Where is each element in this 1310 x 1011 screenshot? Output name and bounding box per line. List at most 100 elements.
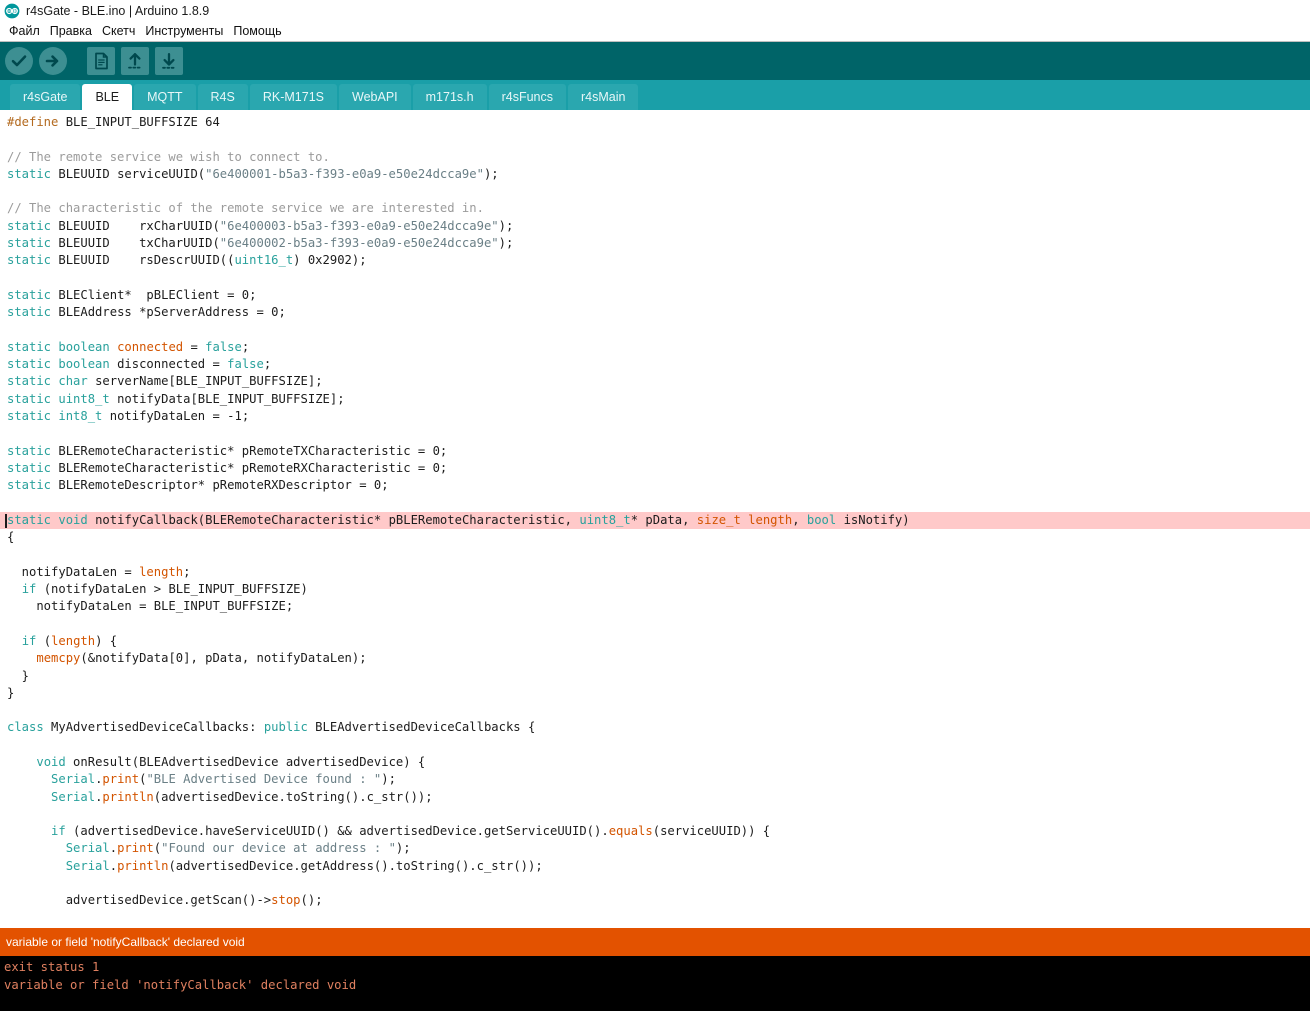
code-token: onResult(BLEAdvertisedDevice advertisedD… xyxy=(66,755,426,769)
code-token: static xyxy=(7,357,51,371)
tab-r4sgate[interactable]: r4sGate xyxy=(10,84,80,110)
code-line: static BLEAddress *pServerAddress = 0; xyxy=(7,304,1310,321)
code-token: advertisedDevice.getScan()-> xyxy=(7,893,271,907)
code-token: (advertisedDevice.getAddress().toString(… xyxy=(168,859,542,873)
arrow-down-icon xyxy=(156,48,182,74)
code-token xyxy=(7,772,51,786)
code-token: println xyxy=(102,790,153,804)
save-button[interactable] xyxy=(155,47,183,75)
code-token: BLEUUID txCharUUID( xyxy=(51,236,220,250)
code-token: (&notifyData[0], pData, notifyDataLen); xyxy=(80,651,366,665)
menu-item-sketch[interactable]: Скетч xyxy=(97,22,140,41)
code-token: false xyxy=(205,340,242,354)
arrow-right-icon xyxy=(40,48,66,74)
code-token: ( xyxy=(154,841,161,855)
code-token: void xyxy=(36,755,65,769)
code-token: stop xyxy=(271,893,300,907)
code-token: MyAdvertisedDeviceCallbacks: xyxy=(44,720,264,734)
code-token: . xyxy=(110,841,117,855)
code-line: static int8_t notifyDataLen = -1; xyxy=(7,408,1310,425)
code-token: ); xyxy=(381,772,396,786)
menu-item-edit[interactable]: Правка xyxy=(45,22,97,41)
code-token: BLERemoteCharacteristic* pRemoteRXCharac… xyxy=(51,461,447,475)
code-token: notifyDataLen = -1; xyxy=(102,409,249,423)
verify-button[interactable] xyxy=(5,47,33,75)
code-token: static xyxy=(7,444,51,458)
code-token: static xyxy=(7,340,51,354)
code-token: memcpy xyxy=(36,651,80,665)
code-token: connected xyxy=(117,340,183,354)
code-token: if xyxy=(51,824,66,838)
code-line xyxy=(7,495,1310,512)
arduino-logo-icon xyxy=(4,3,20,19)
code-line: static uint8_t notifyData[BLE_INPUT_BUFF… xyxy=(7,391,1310,408)
open-button[interactable] xyxy=(121,47,149,75)
code-line: if (notifyDataLen > BLE_INPUT_BUFFSIZE) xyxy=(7,581,1310,598)
status-message: variable or field 'notifyCallback' decla… xyxy=(6,935,245,949)
tab-r4smain[interactable]: r4sMain xyxy=(568,84,638,110)
code-token: static xyxy=(7,253,51,267)
code-editor[interactable]: #define BLE_INPUT_BUFFSIZE 64 // The rem… xyxy=(0,110,1310,928)
new-button[interactable] xyxy=(87,47,115,75)
upload-button[interactable] xyxy=(39,47,67,75)
console-line: variable or field 'notifyCallback' decla… xyxy=(4,976,1310,994)
tab-rk-m171s[interactable]: RK-M171S xyxy=(250,84,337,110)
code-token: bool xyxy=(807,513,836,527)
code-token: ; xyxy=(264,357,271,371)
status-bar: variable or field 'notifyCallback' decla… xyxy=(0,928,1310,956)
code-token: Serial xyxy=(51,772,95,786)
code-line: notifyDataLen = length; xyxy=(7,564,1310,581)
code-line: notifyDataLen = BLE_INPUT_BUFFSIZE; xyxy=(7,598,1310,615)
code-line: Serial.println(advertisedDevice.getAddre… xyxy=(7,858,1310,875)
tab-webapi[interactable]: WebAPI xyxy=(339,84,411,110)
code-token: static xyxy=(7,374,51,388)
code-token: length xyxy=(748,513,792,527)
code-token: BLEUUID rsDescrUUID(( xyxy=(51,253,234,267)
code-token: , xyxy=(792,513,807,527)
code-line xyxy=(7,737,1310,754)
code-token: } xyxy=(7,686,14,700)
code-token: ); xyxy=(499,236,514,250)
code-token: uint16_t xyxy=(234,253,293,267)
code-line: Serial.print("Found our device at addres… xyxy=(7,840,1310,857)
code-token xyxy=(7,841,66,855)
code-token: ( xyxy=(36,634,51,648)
tab-ble[interactable]: BLE xyxy=(82,84,132,110)
menu-item-tools[interactable]: Инструменты xyxy=(140,22,228,41)
code-token: BLERemoteCharacteristic* pRemoteTXCharac… xyxy=(51,444,447,458)
console-output[interactable]: exit status 1 variable or field 'notifyC… xyxy=(0,956,1310,1011)
code-token: isNotify) xyxy=(836,513,909,527)
code-line: static char serverName[BLE_INPUT_BUFFSIZ… xyxy=(7,373,1310,390)
menu-item-file[interactable]: Файл xyxy=(4,22,45,41)
tab-r4sfuncs[interactable]: r4sFuncs xyxy=(489,84,566,110)
code-token: #define xyxy=(7,115,58,129)
code-line xyxy=(7,702,1310,719)
code-line xyxy=(7,616,1310,633)
code-line: // The characteristic of the remote serv… xyxy=(7,200,1310,217)
sketch-tab-bar: r4sGate BLE MQTT R4S RK-M171S WebAPI m17… xyxy=(0,80,1310,110)
code-line: void onResult(BLEAdvertisedDevice advert… xyxy=(7,754,1310,771)
title-bar: r4sGate - BLE.ino | Arduino 1.8.9 xyxy=(0,0,1310,22)
code-line: static BLEUUID rxCharUUID("6e400003-b5a3… xyxy=(7,218,1310,235)
code-token xyxy=(7,651,36,665)
code-token xyxy=(7,582,22,596)
window-title: r4sGate - BLE.ino | Arduino 1.8.9 xyxy=(26,0,209,22)
code-line: static BLEUUID rsDescrUUID((uint16_t) 0x… xyxy=(7,252,1310,269)
code-token: void xyxy=(58,513,87,527)
tab-m171s-h[interactable]: m171s.h xyxy=(413,84,487,110)
menu-item-help[interactable]: Помощь xyxy=(228,22,286,41)
code-token: ); xyxy=(396,841,411,855)
tab-r4s[interactable]: R4S xyxy=(198,84,248,110)
checkmark-icon xyxy=(6,48,32,74)
code-line xyxy=(7,425,1310,442)
code-token: = xyxy=(183,340,205,354)
tab-mqtt[interactable]: MQTT xyxy=(134,84,195,110)
code-line: // The remote service we wish to connect… xyxy=(7,149,1310,166)
code-token: static xyxy=(7,409,51,423)
source-code[interactable]: #define BLE_INPUT_BUFFSIZE 64 // The rem… xyxy=(0,114,1310,910)
code-token: println xyxy=(117,859,168,873)
code-line: } xyxy=(7,668,1310,685)
code-token: disconnected = xyxy=(110,357,227,371)
code-token: notifyDataLen = xyxy=(7,565,139,579)
text-caret xyxy=(5,514,7,528)
